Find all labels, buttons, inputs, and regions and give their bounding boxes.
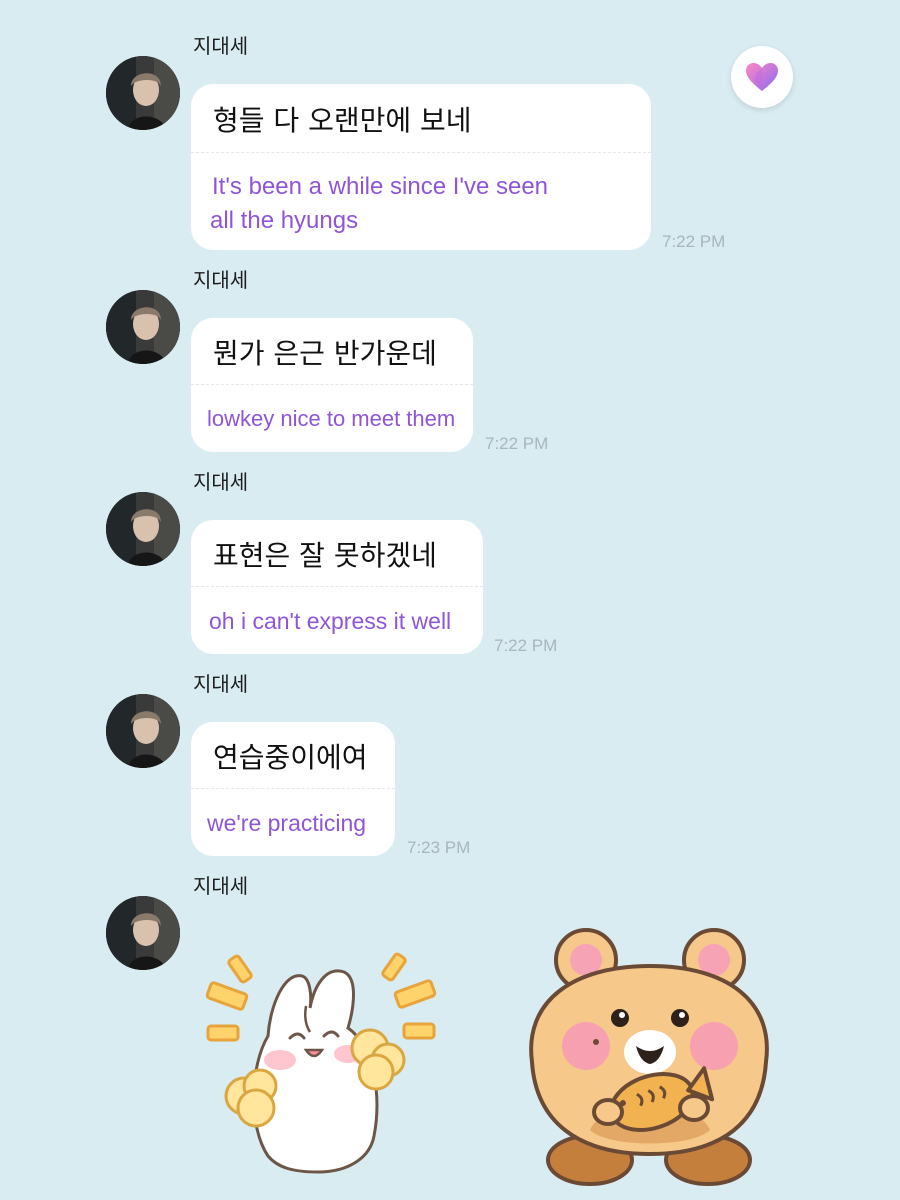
original-text: 연습중이에여 bbox=[213, 741, 368, 774]
timestamp: 7:22 PM bbox=[494, 636, 558, 655]
sender-name: 지대세 bbox=[193, 672, 249, 696]
sender-name: 지대세 bbox=[193, 268, 249, 292]
sender-name: 지대세 bbox=[193, 34, 249, 58]
timestamp: 7:22 PM bbox=[485, 434, 549, 453]
message-bubble[interactable]: 뭔가 은근 반가운데 lowkey nice to meet them bbox=[191, 318, 473, 452]
sender-name: 지대세 bbox=[193, 470, 249, 494]
message-bubble[interactable]: 형들 다 오랜만에 보네 It's been a while since I'v… bbox=[191, 84, 651, 250]
bunny-sticker[interactable] bbox=[198, 946, 448, 1186]
original-text: 형들 다 오랜만에 보네 bbox=[213, 104, 472, 137]
translation-text: lowkey nice to meet them bbox=[207, 406, 456, 431]
avatar[interactable] bbox=[106, 492, 180, 566]
avatar[interactable] bbox=[106, 694, 180, 768]
avatar[interactable] bbox=[106, 290, 180, 364]
message-bubble[interactable]: 표현은 잘 못하겠네 oh i can't express it well bbox=[191, 520, 483, 654]
translation-text: oh i can't express it well bbox=[209, 608, 452, 634]
hamster-sticker[interactable] bbox=[512, 922, 784, 1190]
original-text: 뭔가 은근 반가운데 bbox=[213, 337, 437, 370]
heart-button[interactable] bbox=[731, 46, 793, 108]
avatar[interactable] bbox=[106, 56, 180, 130]
timestamp: 7:22 PM bbox=[662, 232, 726, 251]
sender-name: 지대세 bbox=[193, 874, 249, 898]
avatar[interactable] bbox=[106, 896, 180, 970]
original-text: 표현은 잘 못하겠네 bbox=[213, 539, 437, 572]
translation-text-line1: It's been a while since I've seen bbox=[212, 173, 549, 200]
translation-text-line2: all the hyungs bbox=[210, 207, 359, 234]
heart-icon bbox=[746, 63, 778, 91]
message-bubble[interactable]: 연습중이에여 we're practicing bbox=[191, 722, 395, 856]
translation-text: we're practicing bbox=[207, 810, 367, 836]
timestamp: 7:23 PM bbox=[407, 838, 471, 857]
